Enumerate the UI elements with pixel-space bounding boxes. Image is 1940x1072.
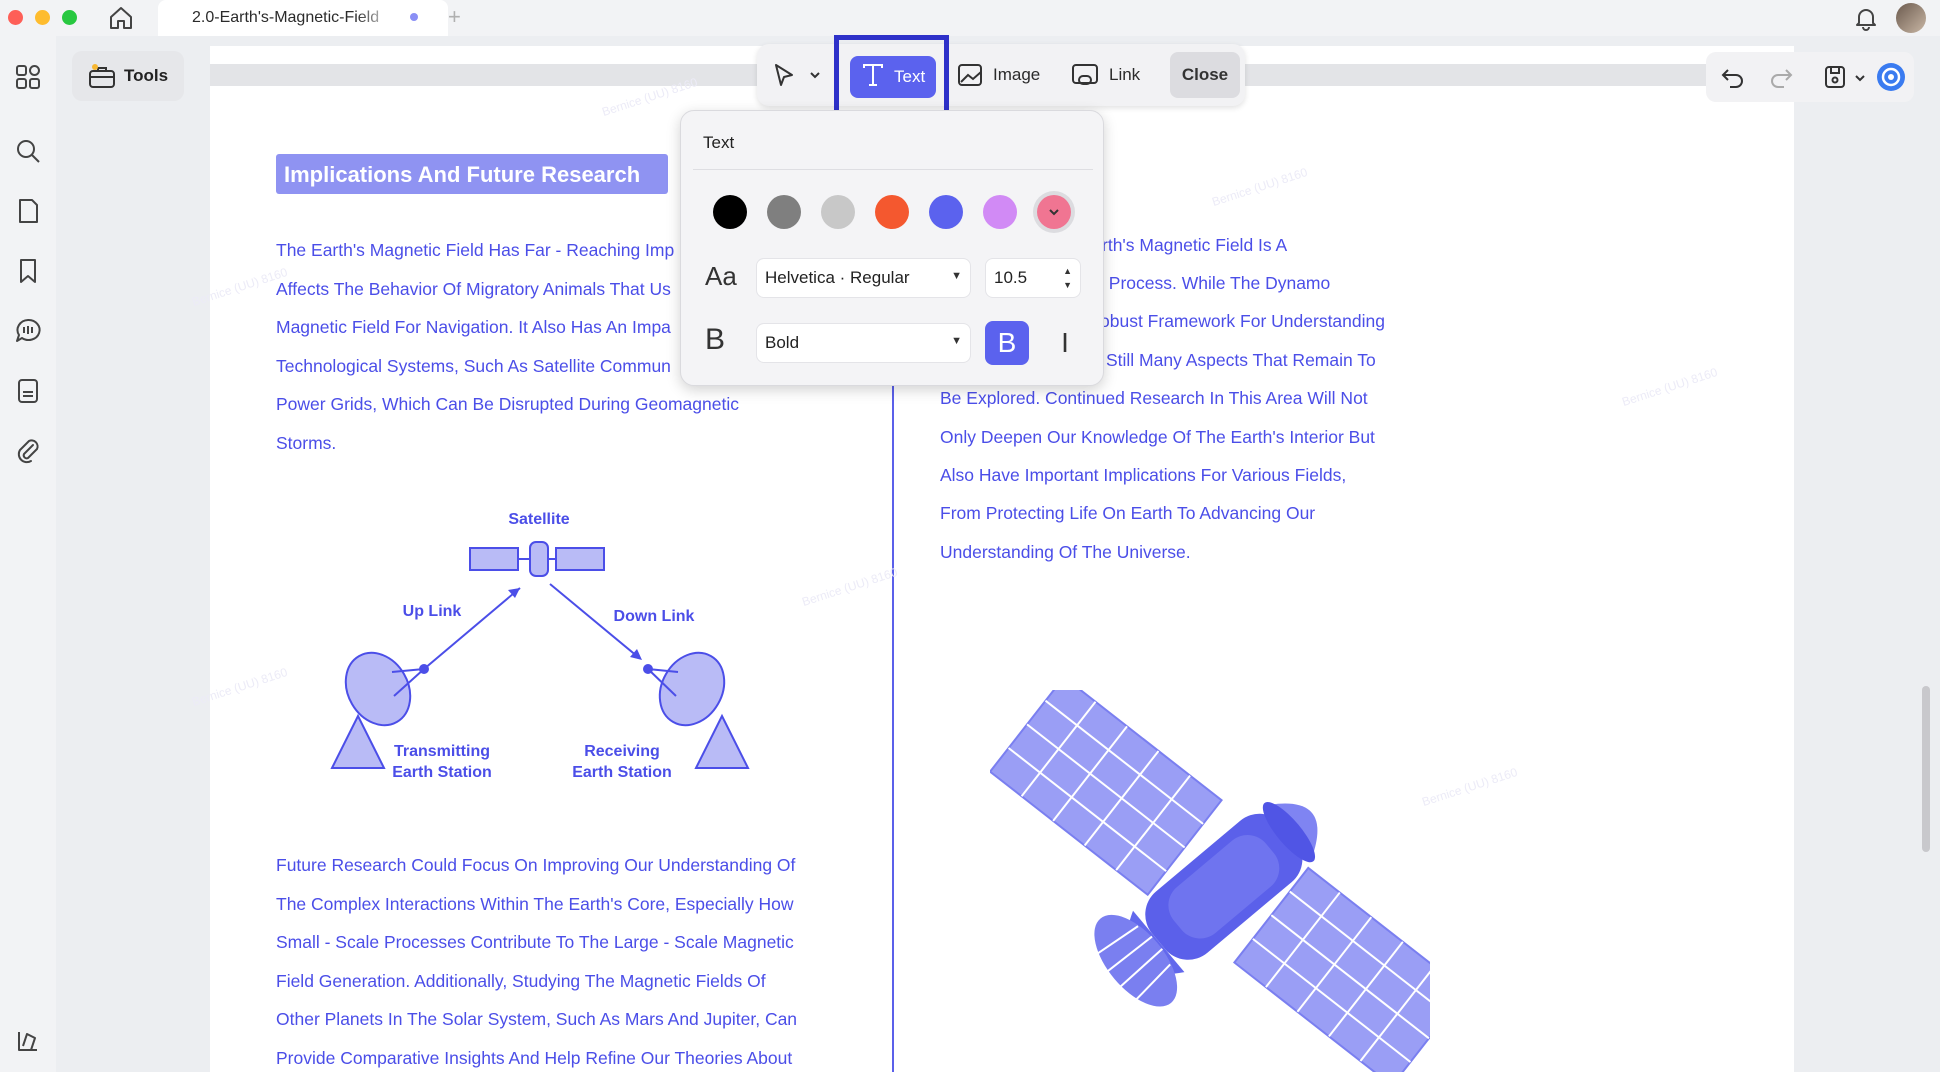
link-tool-button[interactable]: Link [1071, 52, 1140, 98]
font-size-value: 10.5 [994, 268, 1028, 287]
left-para1-line[interactable]: Technological Systems, Such As Satellite… [276, 356, 671, 377]
font-icon: Aa [705, 261, 737, 291]
tab-title: 2.0-Earth's-Magnetic-Field [192, 9, 396, 27]
font-weight-select[interactable]: Bold ▼ [756, 323, 971, 363]
left-para2-line[interactable]: Future Research Could Focus On Improving… [276, 855, 795, 876]
satellite-link-diagram: Satellite Up Link Down Link Transmitting… [330, 511, 750, 781]
pages-icon[interactable] [13, 196, 43, 226]
tools-button[interactable]: Tools [72, 51, 184, 101]
color-swatch-purple[interactable] [983, 195, 1017, 229]
library-icon[interactable] [13, 1026, 43, 1056]
home-icon[interactable] [106, 4, 136, 32]
unsaved-dot [410, 13, 418, 21]
avatar[interactable] [1896, 3, 1926, 33]
caret-down-icon: ▼ [951, 270, 962, 282]
divider [693, 169, 1093, 170]
italic-toggle[interactable]: I [1043, 321, 1087, 365]
link-tool-label: Link [1109, 65, 1141, 84]
color-swatch-blue[interactable] [929, 195, 963, 229]
left-para1-line[interactable]: Affects The Behavior Of Migratory Animal… [276, 279, 671, 300]
stepper-arrows-icon[interactable]: ▲ ▼ [1063, 264, 1072, 292]
color-swatch-black[interactable] [713, 195, 747, 229]
font-size-stepper[interactable]: 10.5 ▲ ▼ [985, 258, 1081, 298]
image-tool-label: Image [993, 65, 1041, 84]
diagram-downlink-label: Down Link [614, 608, 695, 625]
right-toolbar [1706, 52, 1914, 102]
bold-toggle[interactable]: B [985, 321, 1029, 365]
comment-icon[interactable] [13, 316, 43, 346]
section-heading[interactable]: Implications And Future Research [284, 162, 640, 188]
minimize-window-button[interactable] [35, 10, 50, 25]
left-para2-line[interactable]: Field Generation. Additionally, Studying… [276, 971, 766, 992]
right-para1-line[interactable]: Also Have Important Implications For Var… [940, 465, 1346, 486]
new-tab-button[interactable]: + [448, 4, 461, 30]
left-sidebar [0, 36, 56, 1072]
tools-label: Tools [124, 66, 169, 85]
title-bar: 2.0-Earth's-Magnetic-Field + [0, 0, 1940, 36]
font-weight-value: Bold [765, 333, 800, 352]
diagram-receiving-station-label: Earth Station [572, 764, 672, 781]
right-para1-line[interactable]: ating Process. While The Dynamo [1066, 273, 1330, 294]
more-colors-button[interactable] [1033, 191, 1075, 233]
toolbox-icon [88, 63, 116, 94]
zoom-window-button[interactable] [62, 10, 77, 25]
redo-icon[interactable] [1768, 64, 1794, 95]
font-family-value: Helvetica · Regular [765, 268, 910, 287]
bookmark-icon[interactable] [13, 256, 43, 286]
left-para1-line[interactable]: The Earth's Magnetic Field Has Far - Rea… [276, 240, 674, 261]
save-icon[interactable] [1822, 64, 1848, 95]
left-para2-line[interactable]: Provide Comparative Insights And Help Re… [276, 1048, 792, 1069]
attachment-icon[interactable] [13, 436, 43, 466]
select-tool-button[interactable] [771, 52, 797, 98]
color-swatch-orange[interactable] [875, 195, 909, 229]
left-para1-line[interactable]: Power Grids, Which Can Be Disrupted Duri… [276, 394, 739, 415]
right-para1-line[interactable]: obust Framework For Understanding [1100, 311, 1385, 332]
left-para1-line[interactable]: Magnetic Field For Navigation. It Also H… [276, 317, 671, 338]
text-properties-popup: Text Aa Helvetica · Regular ▼ 10.5 ▲ ▼ B … [680, 110, 1104, 386]
search-icon[interactable] [13, 136, 43, 166]
left-para2-line[interactable]: The Complex Interactions Within The Eart… [276, 894, 794, 915]
left-para2-line[interactable]: Other Planets In The Solar System, Such … [276, 1009, 797, 1030]
diagram-receiving-label: Receiving [584, 743, 660, 760]
chevron-down-icon [1037, 195, 1071, 229]
bell-icon[interactable] [1852, 4, 1880, 32]
satellite-illustration [990, 690, 1430, 1072]
scrollbar[interactable] [1922, 686, 1930, 852]
document-icon[interactable] [13, 376, 43, 406]
right-para1-line[interactable]: Be Explored. Continued Research In This … [940, 388, 1368, 409]
left-para2-line[interactable]: Small - Scale Processes Contribute To Th… [276, 932, 794, 953]
close-window-button[interactable] [8, 10, 23, 25]
diagram-transmitting-station-label: Earth Station [392, 764, 492, 781]
weight-icon: B [705, 323, 726, 356]
diagram-uplink-label: Up Link [403, 603, 462, 620]
chevron-down-icon[interactable] [809, 52, 821, 98]
document-tab[interactable]: 2.0-Earth's-Magnetic-Field [158, 0, 448, 36]
diagram-transmitting-label: Transmitting [394, 743, 490, 760]
right-para1-line[interactable]: From Protecting Life On Earth To Advanci… [940, 503, 1315, 524]
apps-grid-icon[interactable] [13, 62, 43, 92]
selection-highlight [834, 35, 949, 117]
image-tool-button[interactable]: Image [957, 52, 1040, 98]
popup-title: Text [703, 133, 735, 152]
color-swatch-gray[interactable] [767, 195, 801, 229]
ai-assistant-icon[interactable] [1876, 62, 1906, 97]
right-para1-line[interactable]: Only Deepen Our Knowledge Of The Earth's… [940, 427, 1375, 448]
font-family-select[interactable]: Helvetica · Regular ▼ [756, 258, 971, 298]
chevron-down-icon[interactable] [1854, 71, 1866, 89]
caret-down-icon: ▼ [951, 335, 962, 347]
left-para1-line[interactable]: Storms. [276, 433, 336, 454]
right-para1-line[interactable]: Still Many Aspects That Remain To [1106, 350, 1376, 371]
right-para1-line[interactable]: Understanding Of The Universe. [940, 542, 1191, 563]
undo-icon[interactable] [1720, 64, 1746, 95]
diagram-satellite-label: Satellite [508, 511, 569, 528]
close-edit-button[interactable]: Close [1170, 52, 1240, 98]
color-swatch-light-gray[interactable] [821, 195, 855, 229]
